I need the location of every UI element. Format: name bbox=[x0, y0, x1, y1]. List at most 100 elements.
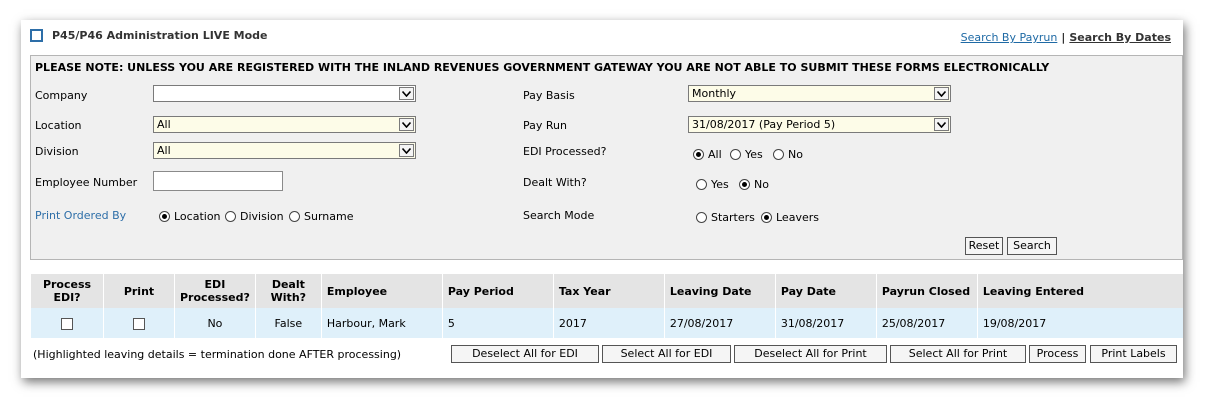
deselect-all-edi-button[interactable]: Deselect All for EDI bbox=[451, 345, 599, 363]
select-all-print-button[interactable]: Select All for Print bbox=[890, 345, 1026, 363]
chevron-down-icon bbox=[399, 118, 414, 131]
chevron-down-icon bbox=[934, 87, 949, 100]
process-button[interactable]: Process bbox=[1029, 345, 1086, 363]
col-header-line: EDI bbox=[204, 278, 226, 291]
tax-year-cell: 2017 bbox=[552, 308, 665, 338]
edi-processed-no-radio[interactable]: No bbox=[773, 148, 803, 161]
dealt-with-cell: False bbox=[254, 308, 322, 338]
col-print: Print bbox=[103, 274, 175, 308]
p45-admin-panel: P45/P46 Administration LIVE Mode Search … bbox=[21, 20, 1183, 378]
chevron-down-icon bbox=[399, 144, 414, 157]
location-value: All bbox=[157, 118, 171, 131]
search-mode-starters-radio[interactable]: Starters bbox=[696, 211, 755, 224]
division-select[interactable]: All bbox=[153, 142, 416, 159]
select-all-edi-button[interactable]: Select All for EDI bbox=[602, 345, 731, 363]
leaving-date-cell: 27/08/2017 bbox=[663, 308, 776, 338]
print-checkbox[interactable] bbox=[133, 317, 145, 330]
pay-run-value: 31/08/2017 (Pay Period 5) bbox=[692, 118, 836, 131]
col-header-line: EDI? bbox=[53, 291, 81, 304]
division-value: All bbox=[157, 144, 171, 157]
col-dealt-with: Dealt With? bbox=[254, 274, 322, 308]
edi-processed-all-radio[interactable]: All bbox=[693, 148, 722, 161]
company-select[interactable] bbox=[153, 85, 416, 102]
radio-label: All bbox=[708, 148, 722, 161]
print-ordered-by-label: Print Ordered By bbox=[35, 209, 127, 222]
radio-icon bbox=[696, 212, 707, 223]
edi-processed-yes-radio[interactable]: Yes bbox=[730, 148, 763, 161]
col-tax-year: Tax Year bbox=[552, 274, 665, 308]
pay-date-cell: 31/08/2017 bbox=[774, 308, 877, 338]
pay-basis-select[interactable]: Monthly bbox=[688, 85, 951, 102]
leaving-entered-cell: 19/08/2017 bbox=[976, 308, 1183, 338]
radio-label: Leavers bbox=[776, 211, 819, 224]
radio-selected-icon bbox=[693, 149, 704, 160]
radio-label: Location bbox=[174, 210, 221, 223]
radio-label: Surname bbox=[304, 210, 354, 223]
radio-label: No bbox=[788, 148, 803, 161]
chevron-down-icon bbox=[934, 118, 949, 131]
col-pay-period: Pay Period bbox=[441, 274, 554, 308]
employee-cell: Harbour, Mark bbox=[320, 308, 443, 338]
chevron-down-icon bbox=[399, 87, 414, 100]
col-leaving-date: Leaving Date bbox=[663, 274, 776, 308]
print-order-division-radio[interactable]: Division bbox=[225, 210, 284, 223]
pay-basis-label: Pay Basis bbox=[523, 89, 575, 102]
radio-label: Yes bbox=[745, 148, 763, 161]
edi-processed-label: EDI Processed? bbox=[523, 145, 607, 158]
employee-number-input[interactable] bbox=[153, 171, 283, 191]
search-mode-leavers-radio[interactable]: Leavers bbox=[761, 211, 819, 224]
print-labels-button[interactable]: Print Labels bbox=[1090, 345, 1177, 363]
col-edi-processed: EDI Processed? bbox=[174, 274, 256, 308]
col-process-edi: Process EDI? bbox=[30, 274, 104, 308]
company-label: Company bbox=[35, 89, 88, 102]
pay-period-cell: 5 bbox=[441, 308, 554, 338]
filter-panel: PLEASE NOTE: UNLESS YOU ARE REGISTERED W… bbox=[30, 55, 1183, 260]
radio-label: Starters bbox=[711, 211, 755, 224]
search-by-dates-link[interactable]: Search By Dates bbox=[1069, 31, 1171, 44]
radio-selected-icon bbox=[739, 179, 750, 190]
dealt-with-yes-radio[interactable]: Yes bbox=[696, 178, 729, 191]
table-row[interactable]: No False Harbour, Mark 5 2017 27/08/2017… bbox=[30, 308, 1183, 338]
radio-label: Yes bbox=[711, 178, 729, 191]
process-edi-cell bbox=[30, 308, 104, 338]
panel-toggle-checkbox[interactable] bbox=[30, 29, 43, 42]
print-order-surname-radio[interactable]: Surname bbox=[289, 210, 353, 223]
highlight-note: (Highlighted leaving details = terminati… bbox=[33, 348, 402, 361]
pay-basis-value: Monthly bbox=[692, 87, 737, 100]
dealt-with-label: Dealt With? bbox=[523, 176, 587, 189]
radio-icon bbox=[225, 211, 236, 222]
reset-button[interactable]: Reset bbox=[965, 237, 1003, 255]
print-cell bbox=[103, 308, 175, 338]
col-header-line: Process bbox=[42, 278, 92, 291]
employee-number-label: Employee Number bbox=[35, 176, 138, 189]
process-edi-checkbox[interactable] bbox=[61, 317, 73, 330]
division-label: Division bbox=[35, 145, 79, 158]
radio-icon bbox=[773, 149, 784, 160]
radio-selected-icon bbox=[159, 211, 170, 222]
search-button[interactable]: Search bbox=[1007, 237, 1057, 255]
dealt-with-no-radio[interactable]: No bbox=[739, 178, 769, 191]
col-pay-date: Pay Date bbox=[774, 274, 877, 308]
search-by-payrun-link[interactable]: Search By Payrun bbox=[961, 31, 1058, 44]
payrun-closed-cell: 25/08/2017 bbox=[875, 308, 978, 338]
link-separator: | bbox=[1061, 31, 1066, 44]
radio-icon bbox=[289, 211, 300, 222]
location-select[interactable]: All bbox=[153, 116, 416, 133]
edi-processed-cell: No bbox=[174, 308, 256, 338]
col-header-line: Dealt bbox=[271, 278, 305, 291]
col-header-line: With? bbox=[270, 291, 307, 304]
deselect-all-print-button[interactable]: Deselect All for Print bbox=[734, 345, 887, 363]
pay-run-select[interactable]: 31/08/2017 (Pay Period 5) bbox=[688, 116, 951, 133]
search-mode-label: Search Mode bbox=[523, 209, 595, 222]
radio-icon bbox=[696, 179, 707, 190]
print-order-location-radio[interactable]: Location bbox=[159, 210, 221, 223]
gateway-notice: PLEASE NOTE: UNLESS YOU ARE REGISTERED W… bbox=[35, 61, 1050, 74]
col-payrun-closed: Payrun Closed bbox=[875, 274, 978, 308]
radio-selected-icon bbox=[761, 212, 772, 223]
radio-label: Division bbox=[240, 210, 284, 223]
col-employee: Employee bbox=[320, 274, 443, 308]
radio-label: No bbox=[754, 178, 769, 191]
col-leaving-entered: Leaving Entered bbox=[976, 274, 1183, 308]
location-label: Location bbox=[35, 119, 82, 132]
page-title: P45/P46 Administration LIVE Mode bbox=[52, 29, 268, 42]
